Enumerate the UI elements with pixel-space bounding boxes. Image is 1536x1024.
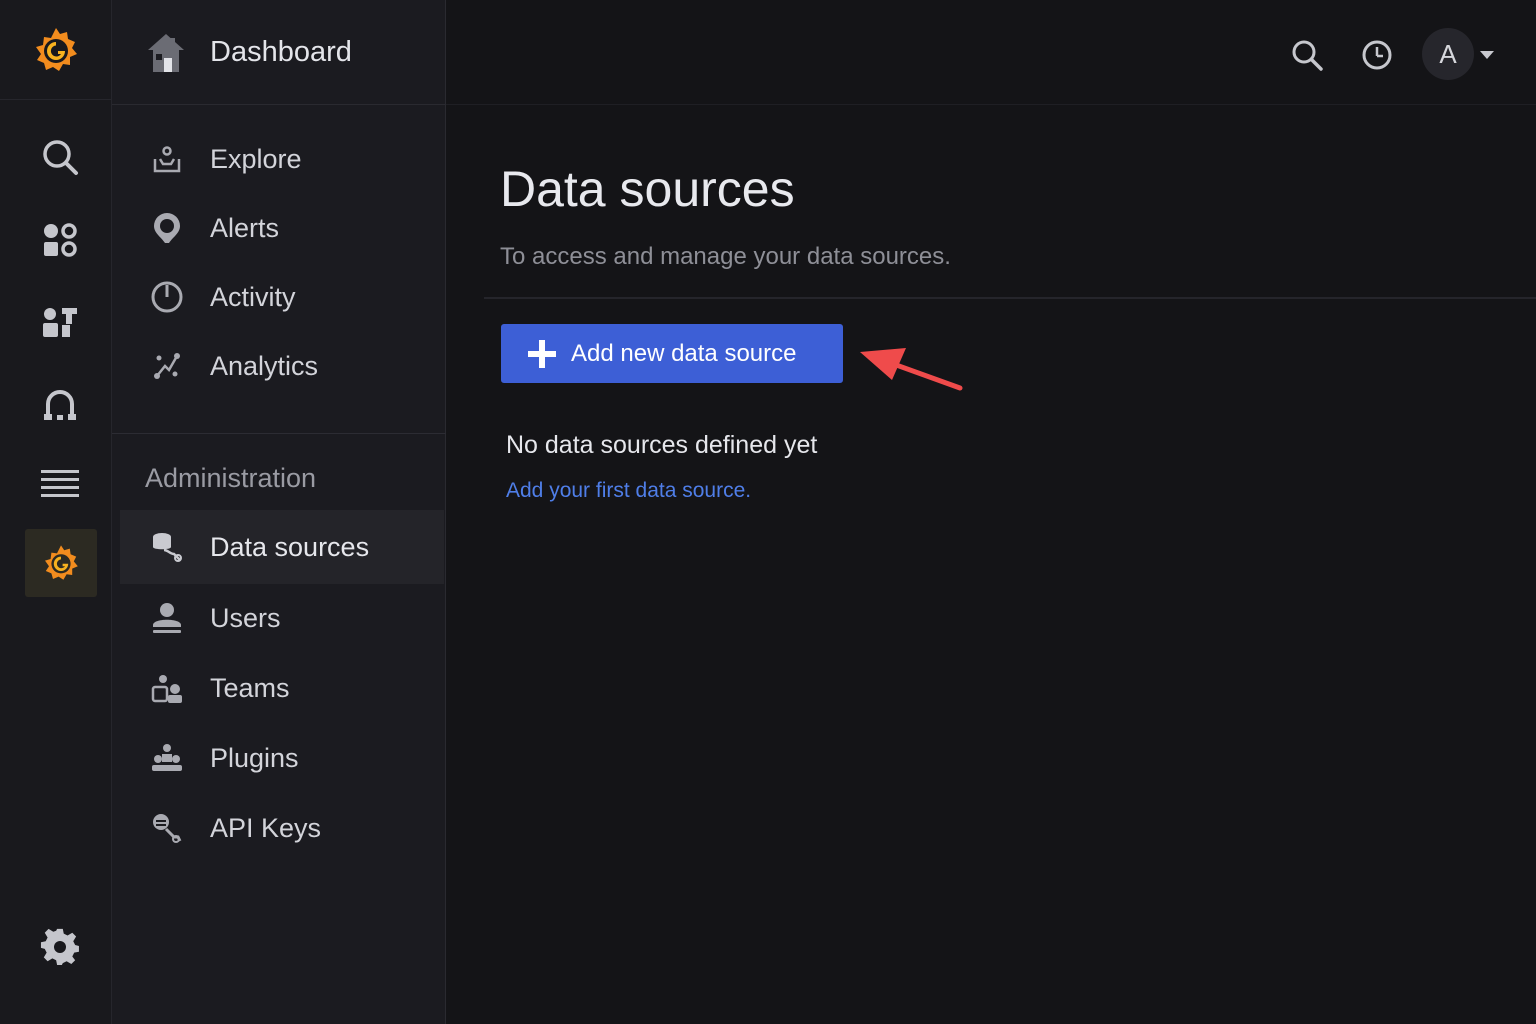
activity-icon [150, 280, 184, 314]
nav-item-label: Plugins [210, 742, 299, 773]
grafana-logo-icon [36, 27, 77, 71]
topbar-history[interactable] [1358, 36, 1396, 74]
dashboards-icon [44, 223, 77, 257]
add-data-source-label: Add new data source [571, 340, 797, 367]
nav-item-users[interactable]: Users [120, 582, 444, 654]
nav-item-teams[interactable]: Teams [120, 652, 444, 724]
nav-header-title[interactable]: Dashboard [210, 36, 352, 69]
nav-item-data-sources[interactable]: Data sources [120, 510, 444, 584]
explore-icon [150, 142, 184, 176]
rail-alerting[interactable] [28, 372, 92, 436]
main-divider [484, 297, 1536, 299]
rail-grafana-admin[interactable] [25, 529, 97, 597]
empty-state-title: No data sources defined yet [506, 431, 818, 459]
user-icon [150, 601, 184, 635]
teams-icon [150, 671, 184, 705]
alert-bell-icon [150, 211, 184, 245]
analytics-icon [150, 349, 184, 383]
nav-item-analytics[interactable]: Analytics [120, 330, 444, 402]
nav-item-alerts[interactable]: Alerts [120, 192, 444, 264]
rail-search[interactable] [28, 125, 92, 189]
nav-panel: Dashboard Explore Alerts Activity Analyt… [112, 0, 446, 1024]
nav-item-label: Explore [210, 143, 302, 174]
add-data-source-button[interactable]: Add new data source [501, 324, 843, 383]
search-icon [1292, 40, 1323, 71]
page-title: Data sources [500, 161, 795, 217]
plus-icon [528, 340, 556, 368]
settings-gear-icon [40, 928, 79, 965]
create-icon [43, 308, 77, 337]
nav-section-administration: Administration [145, 463, 317, 493]
grafana-admin-icon [45, 545, 78, 580]
annotation-arrow-icon [860, 348, 963, 391]
key-icon [150, 811, 184, 845]
alerting-icon [44, 390, 76, 420]
chevron-down-icon[interactable] [1480, 51, 1494, 59]
rail-settings[interactable] [28, 915, 92, 979]
add-first-data-source-link[interactable]: Add your first data source. [506, 479, 751, 503]
icon-rail [0, 0, 112, 1024]
home-icon[interactable] [146, 32, 186, 74]
grafana-logo[interactable] [0, 0, 112, 100]
search-icon [43, 140, 78, 175]
nav-item-api-keys[interactable]: API Keys [120, 792, 444, 864]
nav-item-label: Data sources [210, 531, 370, 562]
rail-create[interactable] [28, 291, 92, 355]
nav-item-activity[interactable]: Activity [120, 261, 444, 333]
menu-icon [41, 470, 79, 497]
topbar-search[interactable] [1288, 36, 1326, 74]
nav-item-label: Activity [210, 281, 296, 312]
rail-menu[interactable] [28, 452, 92, 516]
nav-item-plugins[interactable]: Plugins [120, 722, 444, 794]
nav-item-explore[interactable]: Explore [120, 123, 444, 195]
nav-item-label: Analytics [210, 350, 319, 381]
nav-divider [112, 433, 446, 434]
nav-item-label: Users [210, 602, 281, 633]
rail-dashboards[interactable] [28, 208, 92, 272]
nav-item-label: Alerts [210, 212, 280, 243]
nav-item-label: Teams [210, 672, 290, 703]
database-icon [150, 530, 184, 564]
avatar[interactable]: A [1422, 28, 1474, 80]
nav-header: Dashboard [112, 0, 446, 105]
history-clock-icon [1362, 40, 1392, 70]
page-subtitle: To access and manage your data sources. [500, 243, 951, 270]
plugin-icon [150, 741, 184, 775]
nav-item-label: API Keys [210, 812, 322, 843]
topbar-divider [446, 104, 1536, 105]
